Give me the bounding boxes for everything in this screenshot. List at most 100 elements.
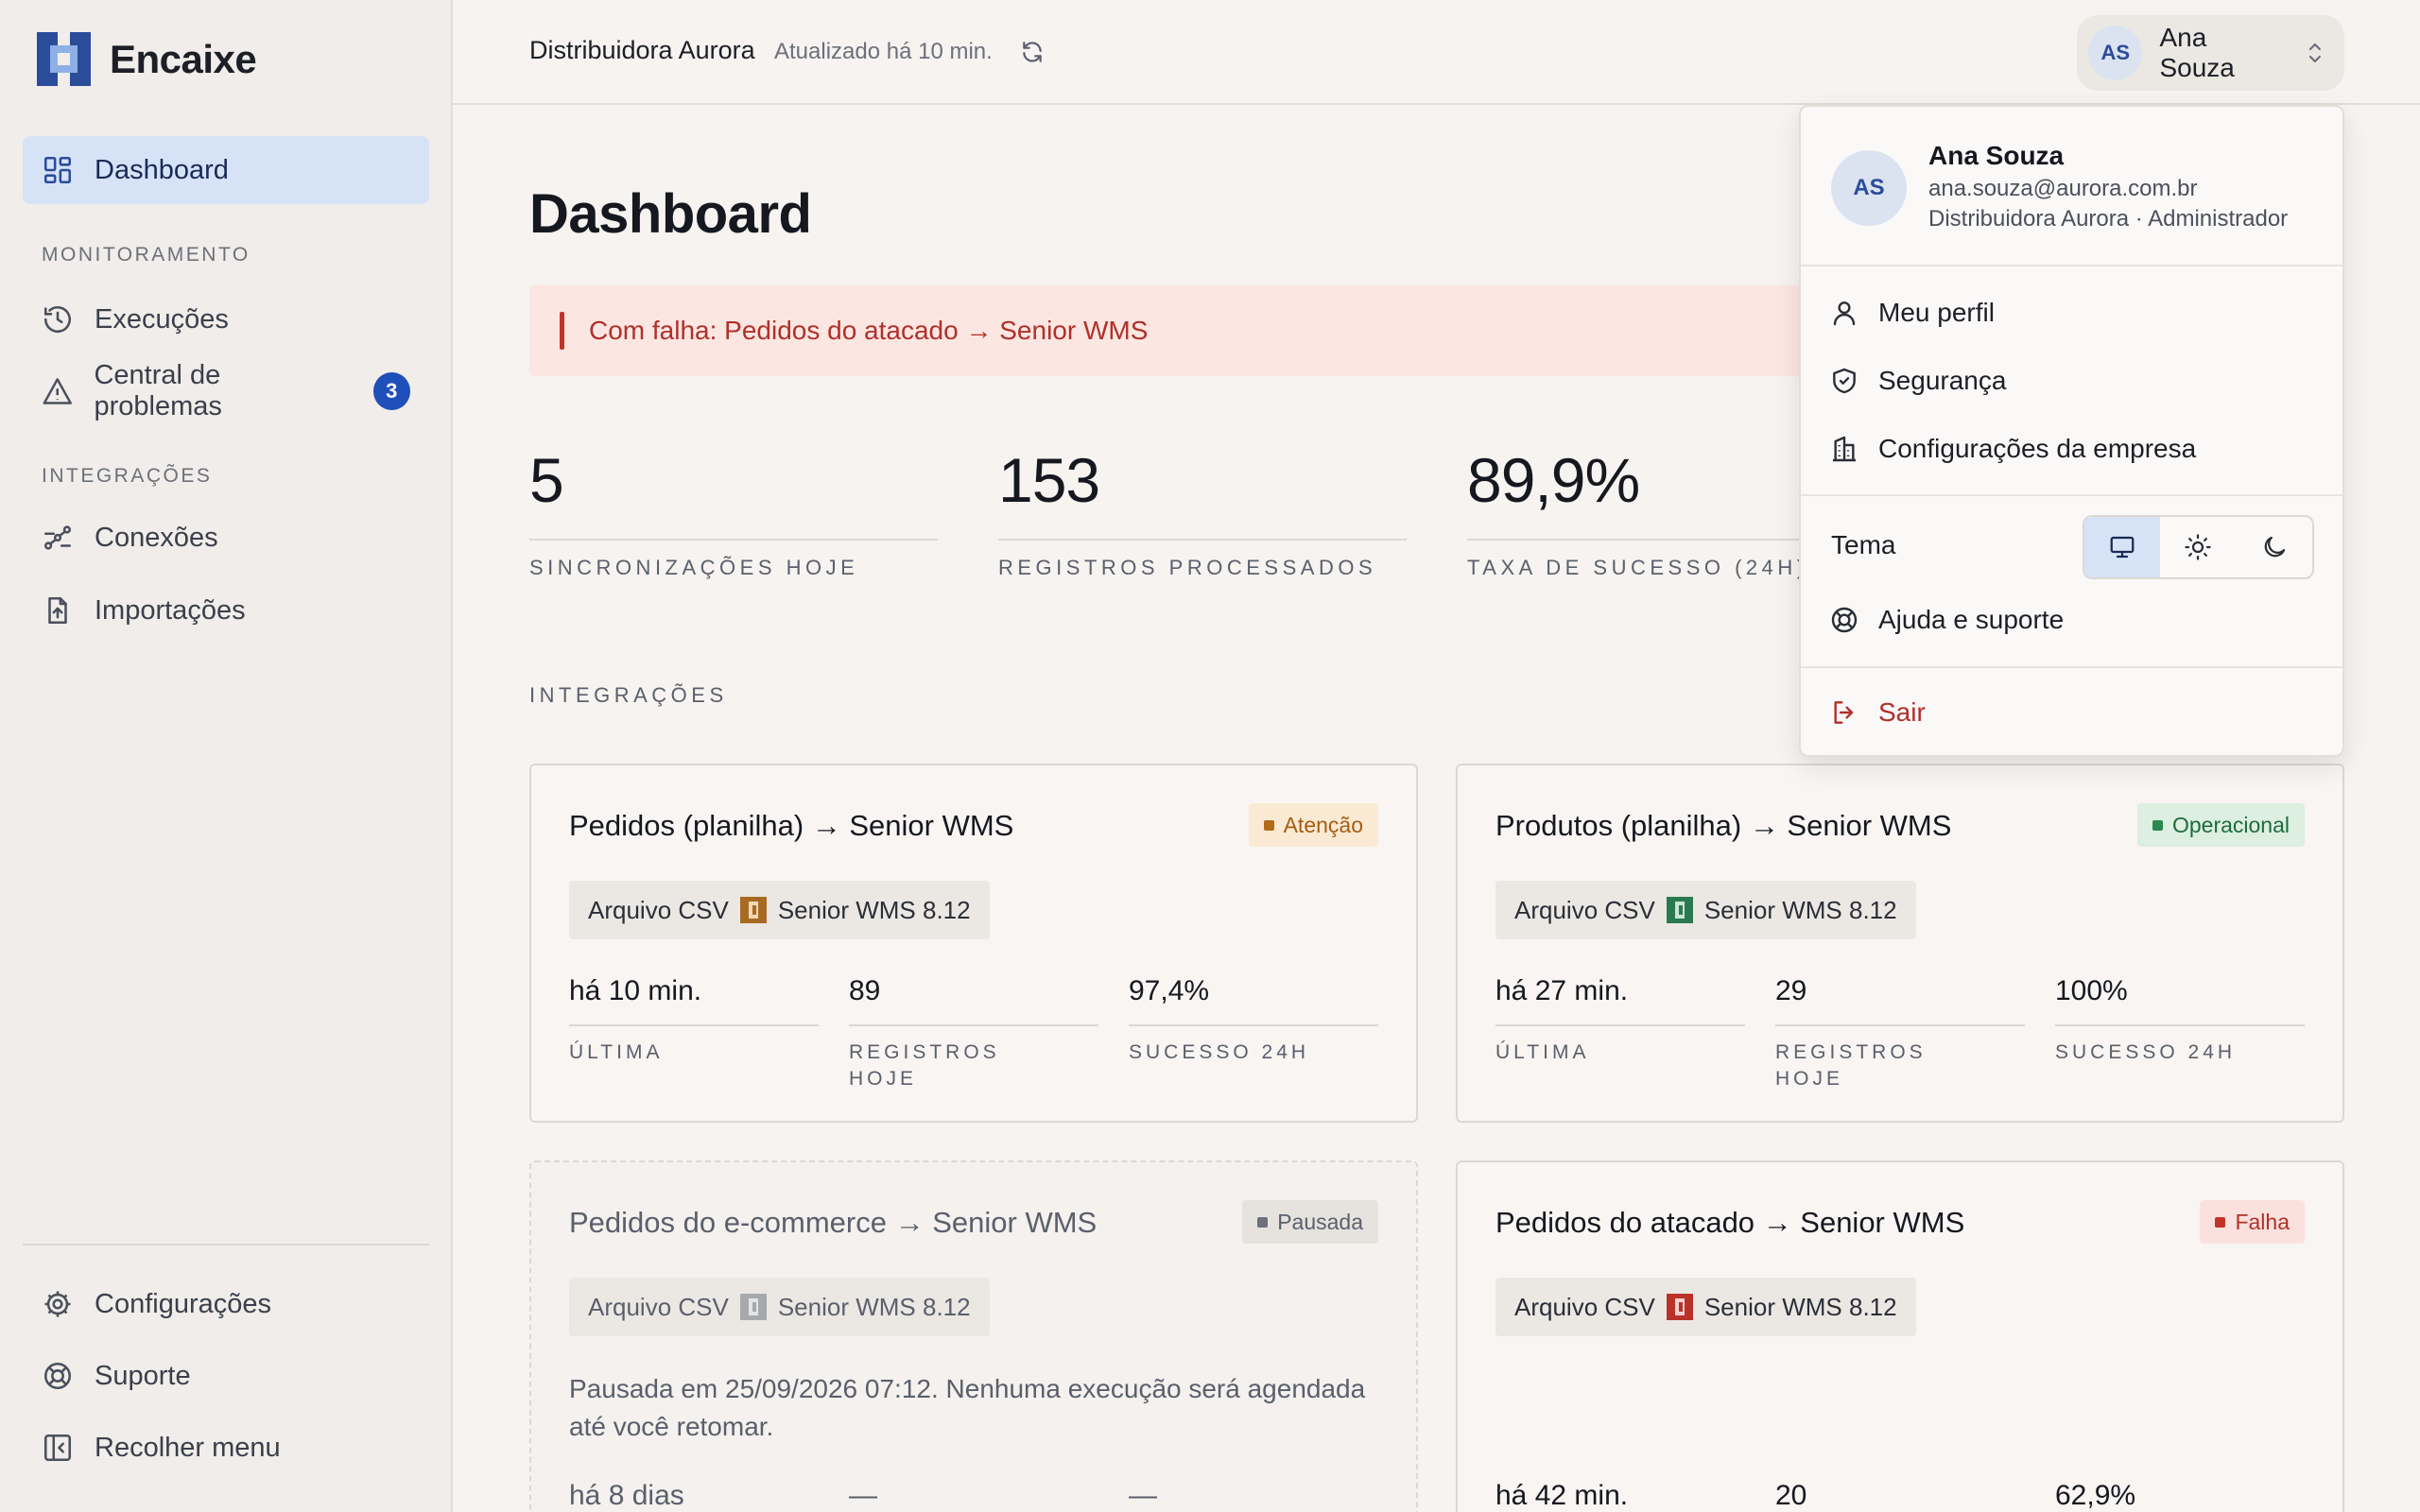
dropdown-user-role: Distribuidora Aurora · Administrador (1928, 206, 2289, 232)
sidebar-item-imports[interactable]: Importações (23, 576, 429, 644)
metric-value: há 8 dias (569, 1480, 684, 1511)
stat-syncs-today: 5 SINCRONIZAÇÕES HOJE (529, 444, 938, 580)
moon-icon (2264, 536, 2285, 558)
connection-chip: Arquivo CSV Senior WMS 8.12 (1495, 881, 1916, 939)
status-badge: Falha (2200, 1200, 2305, 1244)
status-dot (2152, 819, 2163, 831)
metric-value: 29 (1775, 975, 1807, 1006)
metric-last-run: há 42 min. (1495, 1480, 1745, 1512)
metric-records-today: 20 (1775, 1480, 2025, 1512)
failure-alert[interactable]: Com falha: Pedidos do atacado → Senior W… (529, 285, 1815, 376)
dashboard-grid-icon (43, 156, 72, 184)
status-dot (1257, 1216, 1269, 1228)
integration-card[interactable]: Pedidos (planilha) → Senior WMS Atenção … (529, 764, 1418, 1123)
sidebar-item-label: Dashboard (95, 154, 229, 185)
menu-item-label: Configurações da empresa (1878, 434, 2197, 463)
theme-option-system[interactable] (2084, 517, 2161, 577)
metric-success-24h: — (1129, 1480, 1378, 1512)
dropdown-divider (1801, 666, 2342, 668)
lifebuoy-icon (1831, 607, 1858, 633)
warning-triangle-icon (43, 378, 72, 404)
metric-label: ÚLTIMA (569, 1041, 664, 1063)
nav-section-integrations: INTEGRAÇÕES (42, 465, 213, 487)
sidebar: Encaixe Dashboard MONITORAMENTO Execuçõe… (0, 0, 453, 1512)
status-badge: Atenção (1248, 803, 1378, 847)
senior-wms-logo-icon (1666, 897, 1693, 923)
status-label: Atenção (1283, 812, 1363, 837)
history-icon (43, 306, 72, 334)
target-label: Senior WMS 8.12 (1703, 895, 1897, 924)
stat-divider (998, 539, 1407, 541)
integration-title: Pedidos (planilha) → Senior WMS (569, 809, 1014, 842)
metric-value: há 27 min. (1495, 975, 1629, 1006)
building-icon (1833, 436, 1856, 462)
menu-item-company-settings[interactable]: Configurações da empresa (1829, 422, 2311, 475)
metric-divider (569, 1024, 819, 1026)
last-updated-text: Atualizado há 10 min. (774, 39, 993, 64)
sidebar-item-dashboard[interactable]: Dashboard (23, 136, 429, 204)
avatar: AS (2088, 26, 2143, 80)
nav-section-monitoring: MONITORAMENTO (42, 244, 251, 266)
menu-item-label: Sair (1878, 697, 1926, 727)
monitor-icon (2110, 536, 2135, 558)
user-name: Ana Souza (2159, 23, 2235, 82)
metric-label: REGISTROS HOJE (849, 1041, 1000, 1090)
theme-option-dark[interactable] (2237, 517, 2312, 577)
stat-records-processed: 153 REGISTROS PROCESSADOS (998, 444, 1407, 580)
brand-name: Encaixe (110, 36, 257, 81)
sidebar-item-collapse[interactable]: Recolher menu (23, 1414, 429, 1482)
theme-option-light[interactable] (2160, 517, 2236, 577)
metric-label: ÚLTIMA (1495, 1041, 1590, 1063)
integration-title: Pedidos do e-commerce → Senior WMS (569, 1206, 1098, 1239)
sun-icon (2185, 534, 2212, 560)
metric-divider (2055, 1024, 2305, 1026)
stat-value: 153 (998, 445, 1100, 515)
senior-wms-logo-icon (1666, 1294, 1693, 1320)
integrations-section-title: INTEGRAÇÕES (529, 683, 728, 707)
sidebar-item-label: Importações (95, 594, 246, 626)
metric-value: há 10 min. (569, 975, 702, 1006)
metric-label: REGISTROS HOJE (1775, 1041, 1927, 1090)
senior-wms-logo-icon (739, 897, 767, 923)
user-dropdown-menu: AS Ana Souza ana.souza@aurora.com.br Dis… (1799, 105, 2344, 757)
menu-item-logout[interactable]: Sair (1829, 686, 2311, 739)
menu-item-security[interactable]: Segurança (1829, 354, 2311, 407)
metric-label: SUCESSO 24H (2055, 1041, 2237, 1063)
sidebar-item-settings[interactable]: Configurações (23, 1270, 429, 1338)
menu-item-label: Segurança (1878, 366, 2007, 395)
alert-text: Com falha: Pedidos do atacado → Senior W… (589, 316, 1149, 345)
integration-card[interactable]: Pedidos do atacado → Senior WMS Falha Ar… (1456, 1160, 2344, 1512)
sidebar-item-connections[interactable]: Conexões (23, 504, 429, 572)
sidebar-item-problems[interactable]: Central de problemas 3 (23, 357, 429, 425)
menu-item-profile[interactable]: Meu perfil (1829, 286, 2311, 339)
integration-card[interactable]: Produtos (planilha) → Senior WMS Operaci… (1456, 764, 2344, 1123)
menu-item-label: Meu perfil (1878, 298, 1995, 327)
page-title: Dashboard (529, 183, 812, 245)
metric-value: — (849, 1480, 877, 1511)
dropdown-divider (1801, 494, 2342, 496)
problems-count-badge: 3 (372, 372, 410, 410)
metric-value: 100% (2055, 975, 2128, 1006)
refresh-icon[interactable] (1020, 40, 1045, 64)
integration-card[interactable]: Pedidos do e-commerce → Senior WMS Pausa… (529, 1160, 1418, 1512)
metric-records-today: 89 REGISTROS HOJE (849, 975, 1098, 1092)
metric-value: 89 (849, 975, 881, 1006)
sidebar-item-support[interactable]: Suporte (23, 1342, 429, 1410)
paused-note: Pausada em 25/09/2026 07:12. Nenhuma exe… (569, 1374, 1366, 1441)
metric-records-today: — (849, 1480, 1098, 1512)
brand[interactable]: Encaixe (37, 32, 257, 86)
user-menu-button[interactable]: AS Ana Souza (2077, 15, 2344, 91)
status-badge: Pausada (1242, 1200, 1378, 1244)
dropdown-divider (1801, 265, 2342, 266)
status-label: Pausada (1277, 1209, 1363, 1234)
menu-item-help[interactable]: Ajuda e suporte (1829, 593, 2311, 646)
sidebar-item-label: Conexões (95, 522, 218, 553)
status-label: Falha (2235, 1209, 2290, 1234)
metric-records-today: 29 REGISTROS HOJE (1775, 975, 2025, 1092)
theme-label: Tema (1831, 530, 1896, 559)
metric-value: 20 (1775, 1480, 1807, 1511)
lifebuoy-icon (43, 1362, 72, 1390)
connection-chip: Arquivo CSV Senior WMS 8.12 (1495, 1278, 1916, 1336)
status-dot (1263, 819, 1274, 831)
sidebar-item-executions[interactable]: Execuções (23, 285, 429, 353)
